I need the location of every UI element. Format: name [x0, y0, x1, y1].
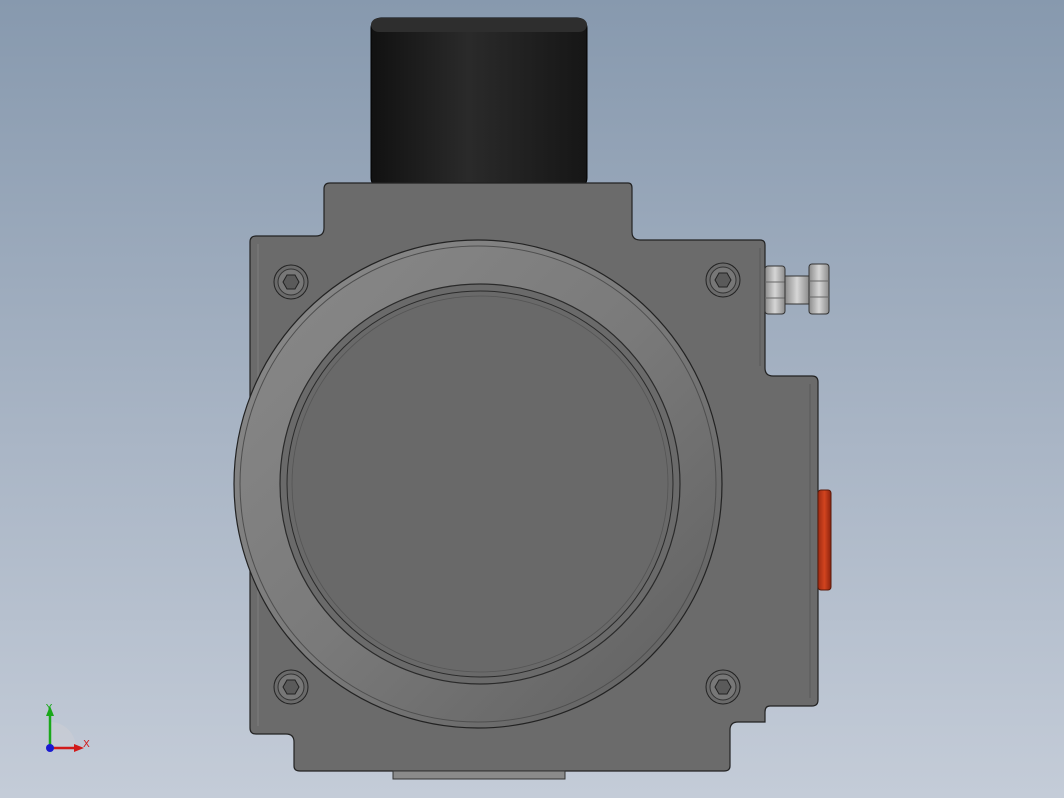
- cad-viewport[interactable]: Y X: [0, 0, 1064, 798]
- bolt-top-right-icon: [705, 262, 741, 298]
- actuator-drawing: Y X: [45, 17, 832, 780]
- y-axis-label: Y: [45, 703, 53, 714]
- red-indicator: [817, 489, 832, 591]
- bolt-bottom-left-icon: [273, 669, 309, 705]
- bottom-tab: [392, 770, 566, 780]
- z-axis-dot-icon: [46, 744, 54, 752]
- axis-triad: Y X: [45, 703, 90, 752]
- cover-flange: [233, 239, 723, 729]
- bolt-bottom-right-icon: [705, 669, 741, 705]
- side-fitting: [764, 263, 830, 315]
- x-axis-label: X: [83, 739, 90, 750]
- top-cap: [370, 17, 588, 189]
- bolt-top-left-icon: [273, 264, 309, 300]
